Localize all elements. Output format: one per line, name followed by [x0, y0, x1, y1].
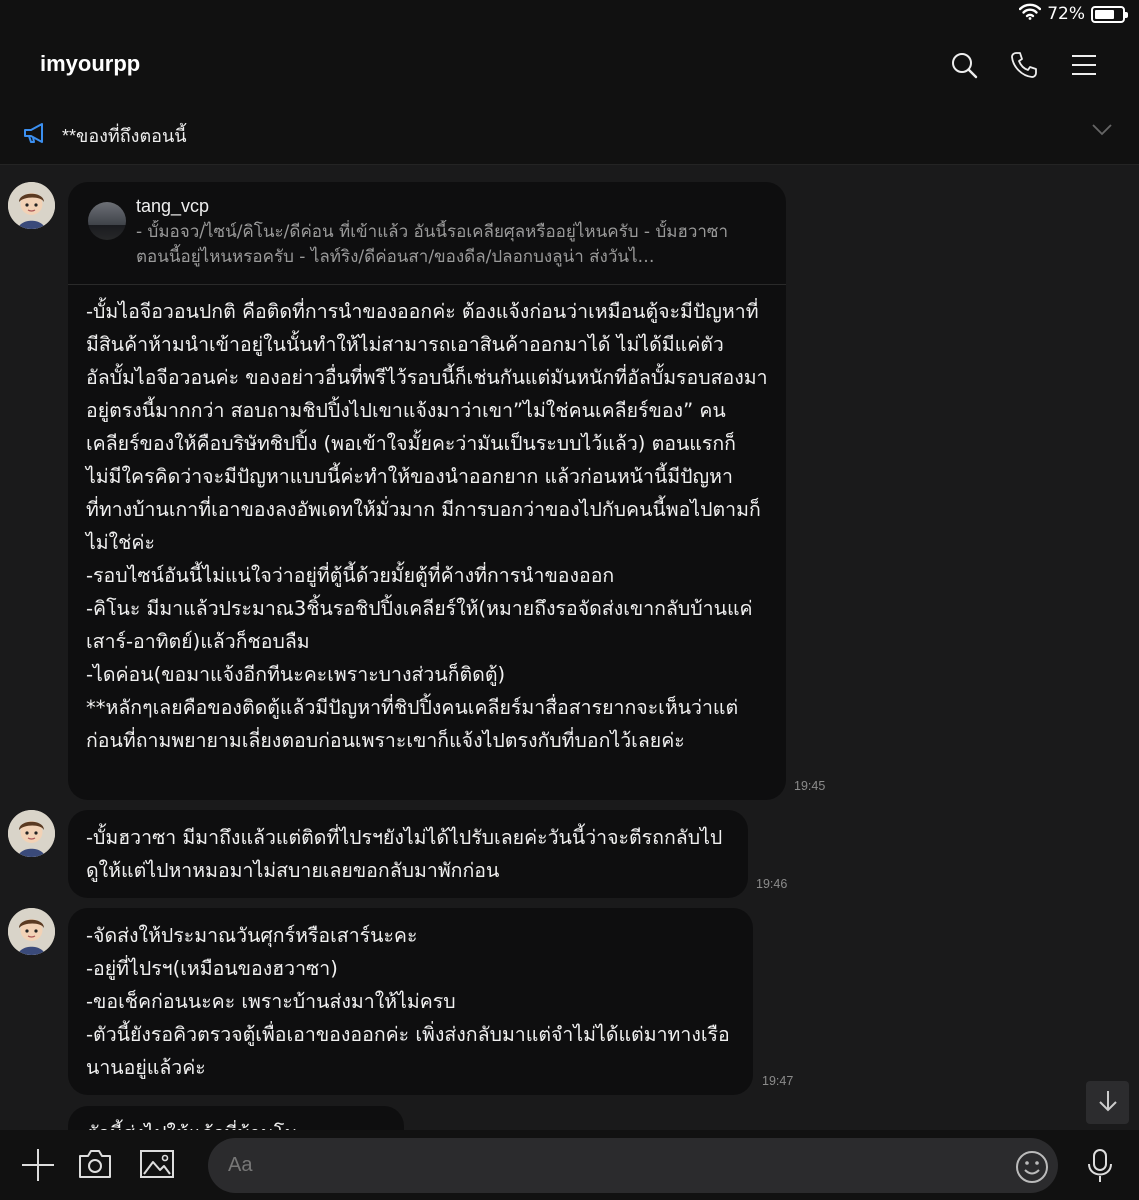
chevron-down-icon[interactable]: [1091, 122, 1113, 141]
message-text: -บั้มฮวาซา มีมาถึงแล้วแต่ติดที่ไปรฯยังไม…: [86, 826, 723, 882]
battery-percent: 72%: [1047, 4, 1085, 24]
battery-icon: [1091, 5, 1128, 23]
wifi-icon: [1019, 3, 1042, 25]
chat-header: imyourpp: [0, 30, 1139, 102]
avatar[interactable]: [8, 908, 55, 955]
pinned-announcement[interactable]: **ของที่ถึงตอนนี้: [0, 102, 1139, 165]
message-input[interactable]: [208, 1138, 1058, 1193]
scroll-to-bottom-button[interactable]: [1086, 1081, 1129, 1124]
reply-sender: tang_vcp: [136, 196, 210, 216]
avatar[interactable]: [8, 810, 55, 857]
plus-icon[interactable]: [20, 1147, 56, 1187]
arrow-down-icon: [1097, 1089, 1119, 1117]
menu-icon[interactable]: [1069, 48, 1099, 82]
status-indicators: 72%: [1019, 3, 1128, 25]
chat-title: imyourpp: [40, 51, 141, 76]
message-bubble[interactable]: -บั้มฮวาซา มีมาถึงแล้วแต่ติดที่ไปรฯยังไม…: [68, 810, 748, 898]
microphone-icon[interactable]: [1086, 1148, 1114, 1188]
camera-icon[interactable]: [77, 1147, 113, 1185]
header-actions: [949, 48, 1099, 82]
message-list[interactable]: tang_vcp - บั้มอจว/ไซน์/คิโนะ/ดีค่อน ที่…: [0, 166, 1139, 1130]
message-time: 19:46: [756, 877, 788, 891]
reply-quote[interactable]: tang_vcp - บั้มอจว/ไซน์/คิโนะ/ดีค่อน ที่…: [68, 182, 786, 285]
message-time: 19:47: [762, 1074, 794, 1088]
message-bubble[interactable]: -จัดส่งให้ประมาณวันศุกร์หรือเสาร์นะคะ -อ…: [68, 908, 753, 1095]
message-composer: [0, 1130, 1139, 1200]
battery-fill: [1095, 9, 1114, 19]
reply-avatar: [88, 202, 126, 240]
emoji-icon[interactable]: [1015, 1150, 1049, 1188]
status-bar: 72%: [0, 0, 1139, 30]
message-bubble[interactable]: tang_vcp - บั้มอจว/ไซน์/คิโนะ/ดีค่อน ที่…: [68, 182, 786, 800]
message-time: 19:45: [794, 779, 826, 793]
message-text: ตัวนี้ส่งไปให้แล้วที่บ้านโน: [68, 1106, 404, 1130]
phone-icon[interactable]: [1009, 48, 1039, 82]
message-bubble[interactable]: ตัวนี้ส่งไปให้แล้วที่บ้านโน: [68, 1106, 404, 1130]
image-icon[interactable]: [139, 1147, 175, 1185]
search-icon[interactable]: [949, 48, 979, 82]
reply-snippet: - บั้มอจว/ไซน์/คิโนะ/ดีค่อน ที่เข้าแล้ว …: [136, 222, 728, 267]
announcement-text: **ของที่ถึงตอนนี้: [62, 126, 187, 146]
megaphone-icon: [22, 122, 48, 148]
avatar[interactable]: [8, 182, 55, 229]
message-text: -บั้มไอจีอวอนปกติ คือติดที่การนำของออกค่…: [86, 300, 768, 752]
message-text: -จัดส่งให้ประมาณวันศุกร์หรือเสาร์นะคะ -อ…: [86, 924, 730, 1079]
